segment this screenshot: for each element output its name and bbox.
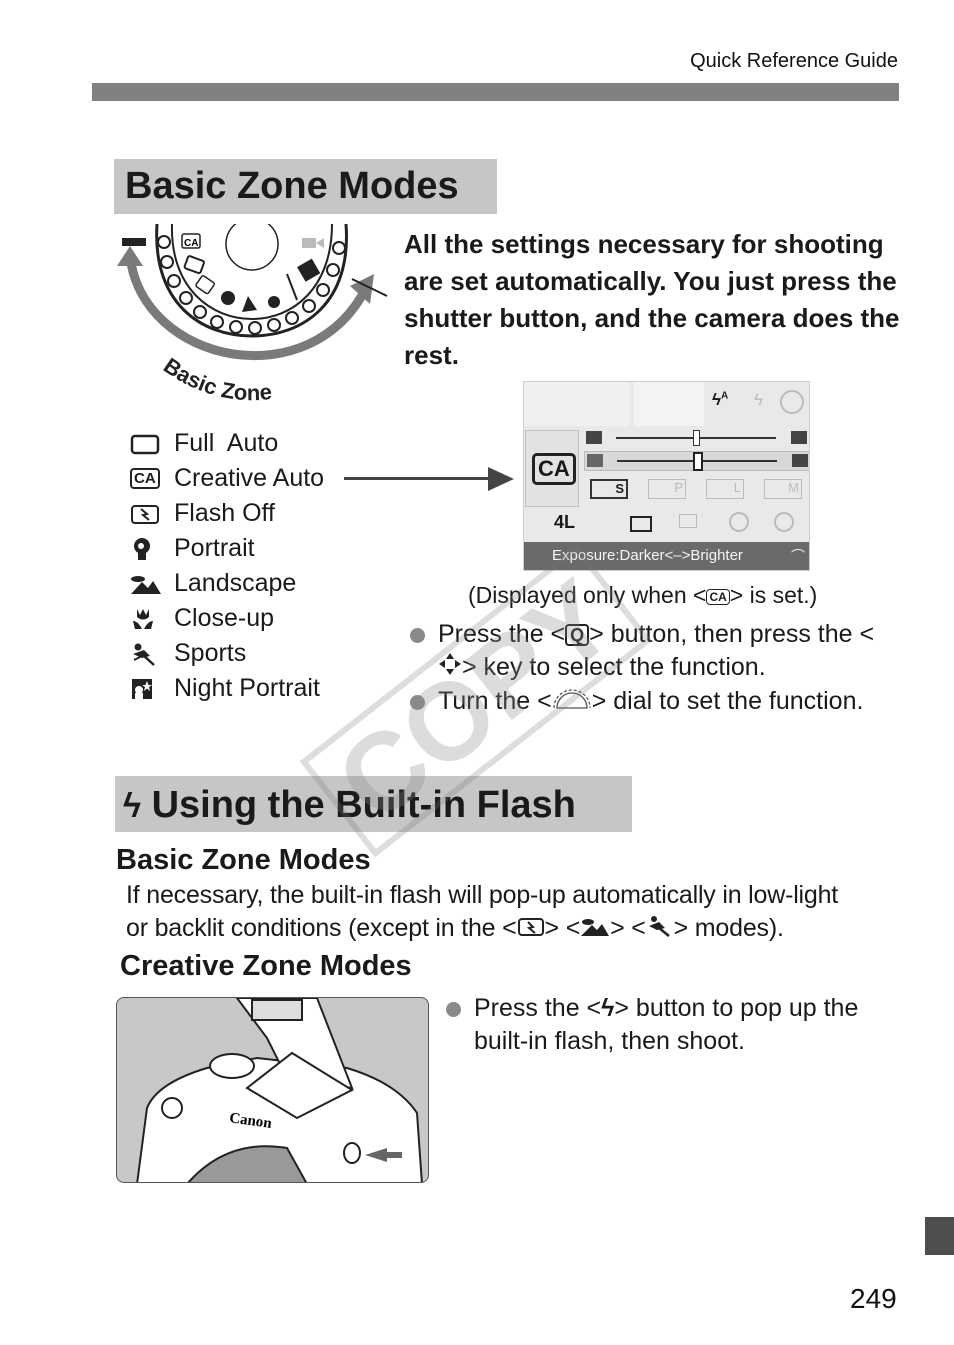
mode-label: Portrait [174, 534, 255, 562]
mode-dial-illustration: CA Basic Zone [112, 217, 397, 409]
self-timer-icon [729, 512, 749, 532]
flash-off-option-icon [780, 390, 804, 414]
mode-item-landscape: Landscape [130, 566, 324, 601]
mode-item-night-portrait: Night Portrait [130, 671, 324, 706]
basic-zone-flash-text: If necessary, the built-in flash will po… [126, 879, 906, 946]
mode-dial: CA [155, 217, 348, 338]
mode-badge-panel: CA [525, 430, 579, 507]
subheading-basic-zone: Basic Zone Modes [116, 844, 371, 876]
creative-auto-lcd-screen: ϟA ϟ CA S P L M 4L Exposure:Darker<–>Bri… [523, 381, 810, 571]
bullet-dot [446, 1002, 461, 1017]
section-title-basic-zone: Basic Zone Modes [114, 159, 497, 214]
mode-item-portrait: Portrait [130, 531, 324, 566]
lcd-caption: (Displayed only when < CA > is set.) [468, 582, 818, 608]
landscape-icon [580, 913, 610, 946]
dial-index-mark [122, 238, 146, 246]
ambience-option-s: S [590, 479, 628, 499]
image-quality-indicator: 4L [554, 512, 576, 532]
self-timer-c-icon [774, 512, 794, 532]
mode-item-creative-auto: CA Creative Auto [130, 461, 324, 496]
section-title-built-in-flash: ϟ Using the Built-in Flash [115, 776, 632, 832]
mode-item-flash-off: Flash Off [130, 496, 324, 531]
pointer-arrow-line [344, 477, 494, 480]
mode-item-close-up: Close-up [130, 601, 324, 636]
creative-zone-instruction: Press the <ϟ> button to pop up the built… [446, 992, 876, 1058]
ambience-option-p: P [648, 479, 686, 499]
page-number: 249 [850, 1283, 897, 1314]
lcd-status-text: Exposure:Darker<–>Brighter [552, 547, 743, 564]
exposure-slider[interactable] [584, 451, 809, 471]
creative-auto-icon: CA [130, 467, 162, 491]
drive-single-icon [630, 516, 652, 532]
drive-continuous-icon [679, 514, 697, 528]
quick-control-button-icon: Q [565, 624, 590, 647]
lcd-status-bar: Exposure:Darker<–>Brighter ⌒ [524, 542, 809, 570]
background-blur-slider [586, 430, 808, 446]
subheading-creative-zone: Creative Zone Modes [120, 950, 412, 982]
mode-item-full-auto: Full Auto [130, 426, 324, 461]
mode-label: Creative Auto [174, 464, 325, 492]
sports-icon [130, 642, 162, 666]
svg-text:CA: CA [184, 238, 198, 249]
ambience-option-m: M [764, 479, 802, 499]
running-header: Quick Reference Guide [690, 50, 898, 72]
camera-flash-illustration: Canon [116, 997, 429, 1183]
bullet-dot [410, 628, 425, 643]
mode-label: Sports [174, 639, 247, 667]
pointer-arrow-head [488, 467, 514, 491]
flash-off-icon [517, 913, 545, 946]
main-dial-icon [552, 686, 592, 719]
creative-auto-icon: CA [706, 588, 730, 605]
mode-label: Full Auto [174, 429, 279, 457]
flash-off-icon [130, 502, 162, 526]
mode-label: Night Portrait [174, 674, 320, 702]
night-portrait-icon [130, 677, 162, 701]
header-bar [92, 83, 899, 101]
cross-keys-icon [438, 652, 462, 685]
return-icon: ⌒ [791, 548, 805, 564]
mode-badge: CA [532, 453, 576, 485]
sports-icon [646, 913, 674, 946]
ambience-option-l: L [706, 479, 744, 499]
chapter-thumb-tab [925, 1217, 954, 1255]
mode-label: Close-up [174, 604, 275, 632]
basic-zone-instructions: Press the < Q > button, then press the <> … [410, 618, 890, 719]
flash-button-icon: ϟ [601, 994, 615, 1022]
landscape-icon [130, 572, 162, 596]
mode-list: Full Auto CA Creative Auto Flash Off Por… [130, 426, 324, 706]
mode-label: Landscape [174, 569, 297, 597]
flash-auto-icon: ϟA [712, 390, 729, 409]
instruction-item: Turn the < > dial to set the function. [410, 685, 890, 719]
flash-on-icon: ϟ [754, 390, 763, 409]
basic-zone-label: Basic Zone [159, 353, 273, 406]
arc-arrow-left [117, 246, 143, 266]
full-auto-icon [130, 432, 162, 456]
mode-item-sports: Sports [130, 636, 324, 671]
mode-label: Flash Off [174, 499, 275, 527]
portrait-icon [130, 537, 162, 561]
instruction-item: Press the < Q > button, then press the <> … [410, 618, 890, 685]
flash-icon: ϟ [123, 787, 141, 825]
close-up-icon [130, 607, 162, 631]
bullet-dot [410, 694, 425, 710]
basic-zone-intro: All the settings necessary for shooting … [404, 229, 900, 370]
